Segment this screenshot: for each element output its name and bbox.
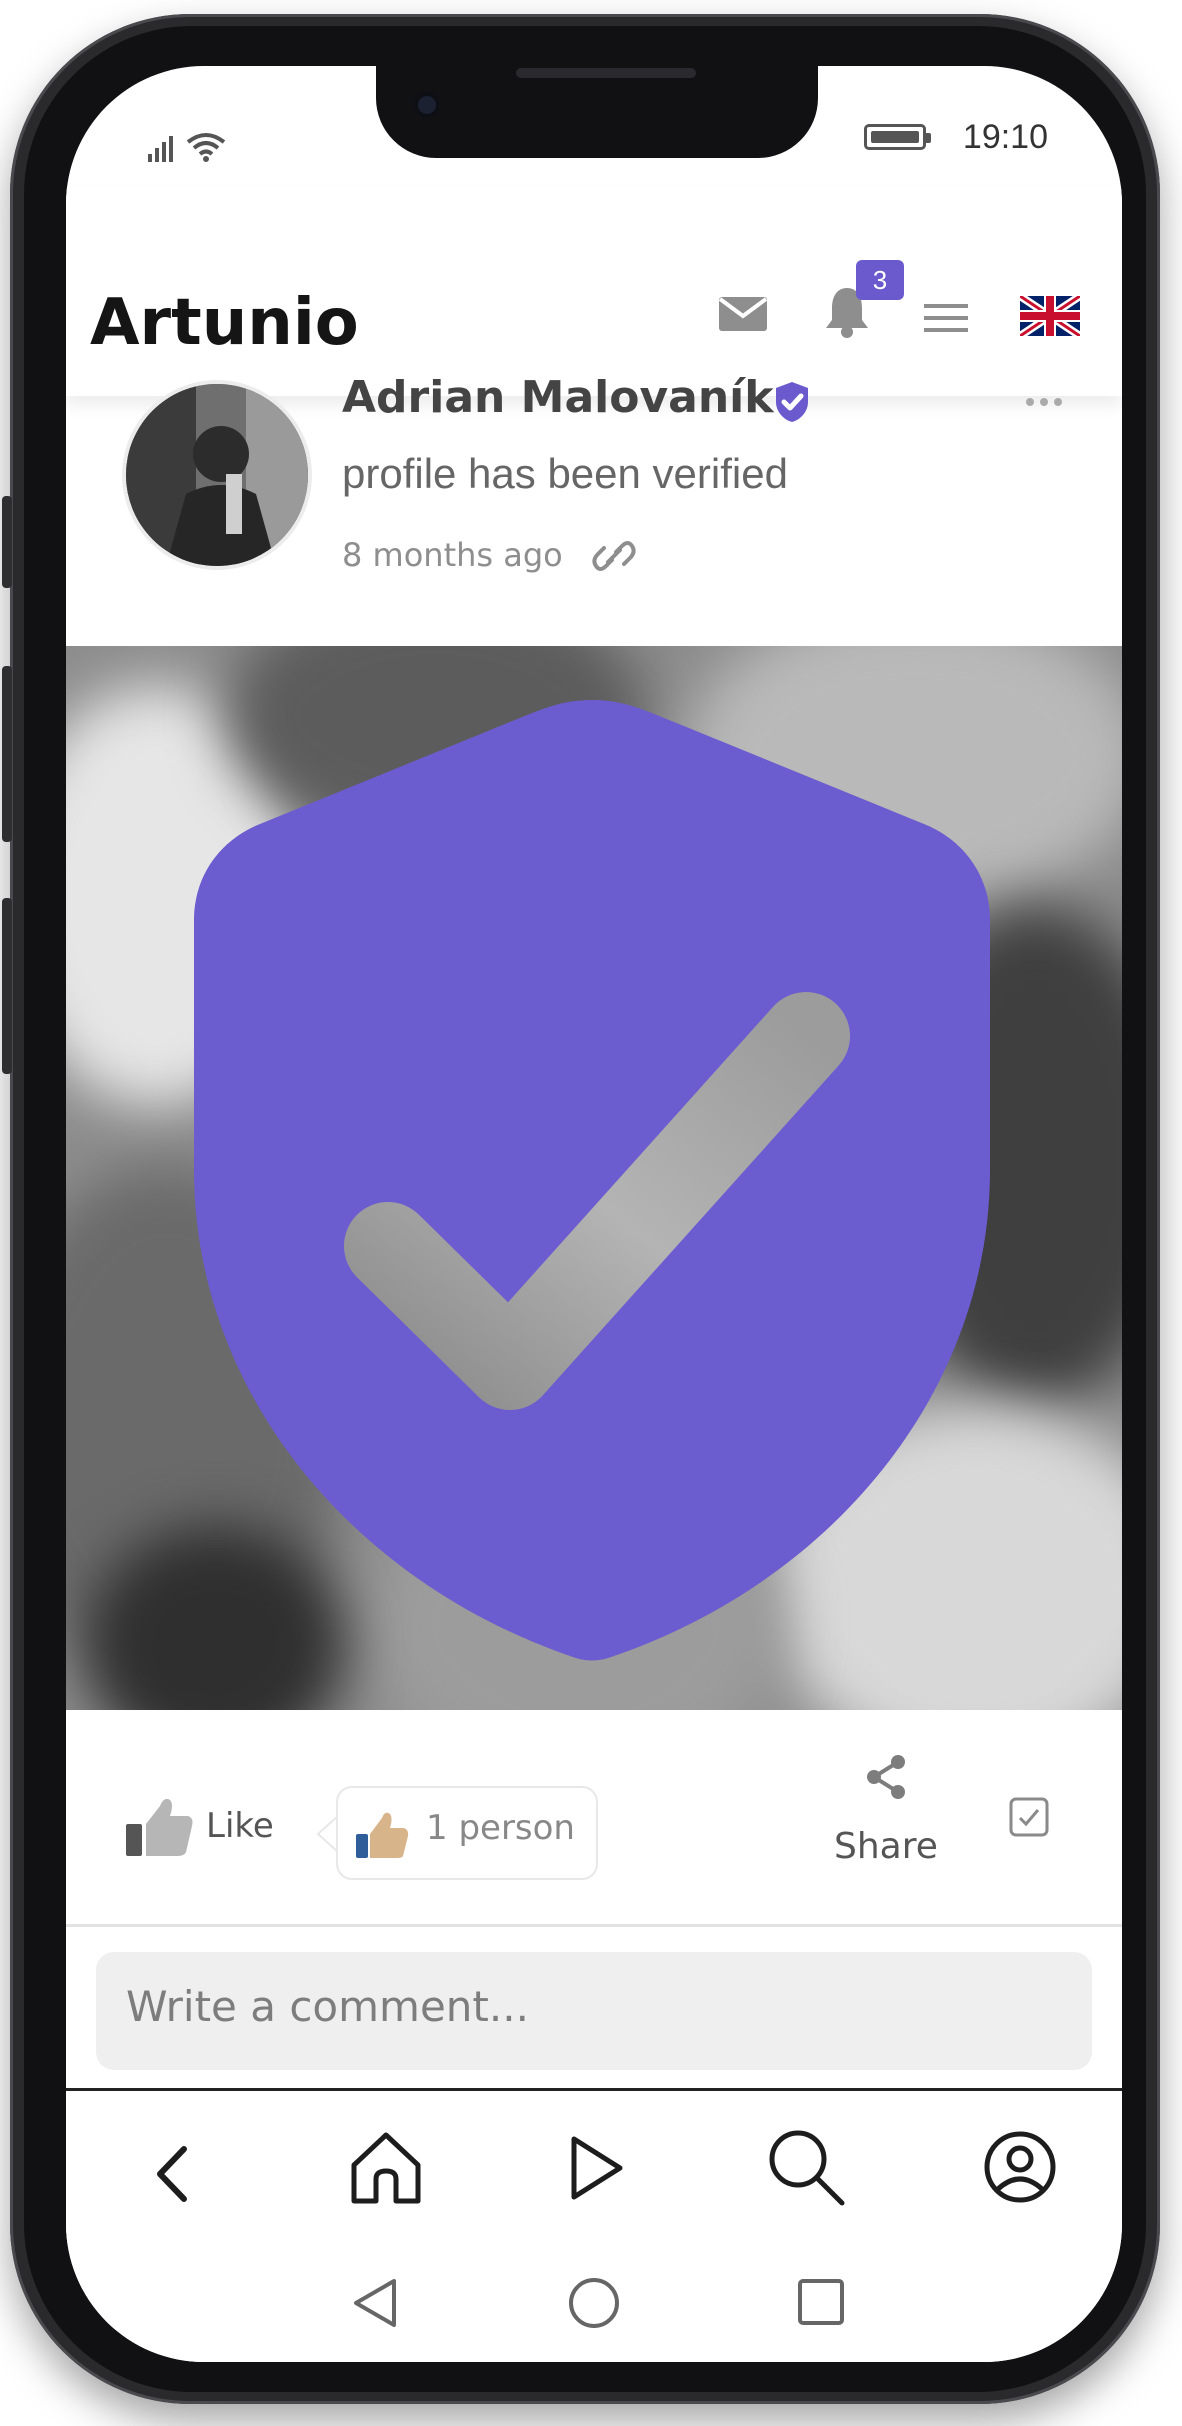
bottom-nav: [66, 2088, 1122, 2362]
home-icon[interactable]: [346, 2127, 426, 2207]
search-icon[interactable]: [766, 2127, 846, 2207]
camera: [414, 92, 440, 118]
comment-input[interactable]: Write a comment...: [96, 1952, 1092, 2070]
link-icon[interactable]: [592, 536, 636, 576]
play-icon[interactable]: [566, 2133, 626, 2203]
notification-badge: 3: [856, 260, 904, 300]
post-activity: profile has been verified: [342, 450, 788, 497]
likes-count: 1 person: [426, 1808, 575, 1848]
avatar[interactable]: [126, 384, 308, 566]
uk-flag-icon[interactable]: [1020, 296, 1080, 336]
side-button: [2, 666, 12, 842]
liked-thumb-icon: [356, 1812, 409, 1858]
profile-icon[interactable]: [982, 2129, 1058, 2205]
battery-icon: [864, 124, 931, 150]
checkbox-icon[interactable]: [1008, 1796, 1050, 1838]
like-button[interactable]: Like: [206, 1806, 274, 1846]
avatar-photo: [126, 384, 308, 566]
mail-icon[interactable]: [718, 296, 768, 332]
status-time: 19:10: [962, 118, 1048, 156]
notch: [376, 66, 818, 158]
screen: 19:10 Artunio 3 Adrian Malovaník profile…: [66, 66, 1122, 2362]
post-author[interactable]: Adrian Malovaník: [342, 372, 774, 423]
back-triangle-icon[interactable]: [350, 2275, 400, 2331]
back-icon[interactable]: [152, 2143, 192, 2205]
likes-summary[interactable]: 1 person: [336, 1786, 598, 1880]
app-header: Artunio 3: [66, 186, 1122, 396]
home-circle-icon[interactable]: [566, 2275, 622, 2331]
brand-logo[interactable]: Artunio: [90, 286, 359, 360]
side-button: [2, 496, 12, 588]
menu-icon[interactable]: [924, 302, 968, 334]
share-button[interactable]: Share: [834, 1826, 938, 1867]
post-timestamp[interactable]: 8 months ago: [342, 536, 563, 574]
comment-placeholder: Write a comment...: [126, 1982, 529, 2031]
verified-badge-icon: [776, 382, 808, 422]
speaker: [516, 68, 696, 78]
signal-wifi-icon: [148, 133, 226, 162]
divider: [66, 1924, 1122, 1927]
post-image[interactable]: [66, 646, 1122, 1710]
recents-square-icon[interactable]: [796, 2277, 846, 2327]
shield-check-icon: [194, 700, 990, 1661]
like-thumb-icon[interactable]: [124, 1794, 196, 1858]
share-icon[interactable]: [864, 1754, 908, 1800]
side-button: [2, 898, 12, 1074]
post-actions: Like 1 person Share: [66, 1710, 1122, 1926]
more-options-icon[interactable]: [1024, 396, 1064, 408]
